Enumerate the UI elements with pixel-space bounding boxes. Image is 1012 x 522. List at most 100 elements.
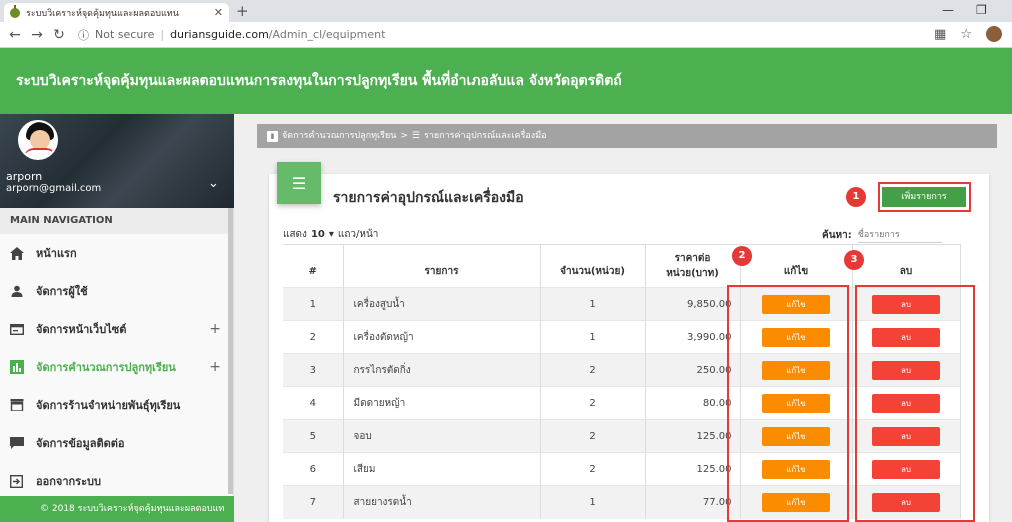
cell-item: เครื่องตัดหญ้า [343, 320, 541, 354]
reload-icon[interactable]: ↻ [48, 27, 70, 43]
close-icon[interactable]: ✕ [214, 6, 223, 19]
cell-qty: 2 [540, 353, 646, 387]
sidebar-item-logout[interactable]: ออกจากระบบ [0, 462, 233, 500]
address-bar-actions: ▦ ☆ [934, 26, 1002, 42]
forward-arrow-icon[interactable]: → [26, 27, 48, 43]
bar-chart-icon [10, 360, 24, 374]
cell-no: 3 [283, 353, 344, 387]
window-icon [10, 322, 24, 336]
annotation-marker-2: 2 [732, 246, 752, 266]
home-icon [10, 246, 24, 260]
col-header-edit: แก้ไข [740, 244, 853, 288]
search-input[interactable] [857, 227, 942, 243]
list-icon: ☰ [411, 131, 420, 141]
cell-qty: 1 [540, 320, 646, 354]
cell-price: 77.00 [645, 485, 741, 519]
url-path: /Admin_cl/equipment [268, 28, 386, 41]
chevron-down-icon[interactable]: ⌄ [208, 176, 219, 191]
col-header-price: ราคาต่อหน่วย(บาท) [645, 244, 741, 288]
expand-icon[interactable]: + [209, 359, 221, 375]
highlight-box [878, 182, 971, 212]
info-icon[interactable]: ⓘ [78, 27, 89, 43]
sidebar-item-users[interactable]: จัดการผู้ใช้ [0, 272, 233, 310]
url-separator: | [160, 28, 165, 41]
page-length-select[interactable]: 10 [311, 229, 325, 240]
app-title: ระบบวิเคราะห์จุดคุ้มทุนและผลตอบแทนการลงท… [16, 73, 622, 89]
sidebar-item-shops[interactable]: จัดการร้านจำหน่ายพันธุ์ทุเรียน [0, 386, 233, 424]
cell-no: 5 [283, 419, 344, 453]
cell-item: เครื่องสูบน้ำ [343, 287, 541, 321]
sidebar-item-website[interactable]: จัดการหน้าเว็บไซต์ + [0, 310, 233, 348]
tab-title: ระบบวิเคราะห์จุดคุ้มทุนและผลตอบแทน [26, 8, 179, 19]
nav-header: MAIN NAVIGATION [0, 208, 233, 234]
col-header-delete: ลบ [852, 244, 961, 288]
cell-price: 80.00 [645, 386, 741, 420]
list-icon: ☰ [277, 162, 321, 204]
cell-no: 6 [283, 452, 344, 486]
user-email: arporn@gmail.com [6, 183, 102, 194]
browser-tabbar: ระบบวิเคราะห์จุดคุ้มทุนและผลตอบแทน ✕ + —… [0, 0, 1012, 22]
user-icon [10, 284, 24, 298]
col-header-item: รายการ [343, 244, 541, 288]
browser-tab[interactable]: ระบบวิเคราะห์จุดคุ้มทุนและผลตอบแทน ✕ [4, 3, 229, 22]
expand-icon[interactable]: + [209, 321, 221, 337]
back-arrow-icon[interactable]: ← [4, 27, 26, 43]
sidebar: arporn arporn@gmail.com ⌄ MAIN NAVIGATIO… [0, 114, 234, 522]
not-secure-label: Not secure [95, 28, 155, 41]
sidebar-footer: © 2018 ระบบวิเคราะห์จุดคุ้มทุนและผลตอบแท [0, 496, 234, 522]
cell-qty: 1 [540, 287, 646, 321]
cell-price: 125.00 [645, 452, 741, 486]
cell-no: 2 [283, 320, 344, 354]
sidebar-item-label: จัดการร้านจำหน่ายพันธุ์ทุเรียน [36, 399, 181, 412]
breadcrumb: ▮ จัดการคำนวณการปลูกทุเรียน > ☰ รายการค่… [257, 124, 997, 148]
cell-qty: 2 [540, 419, 646, 453]
main-content: ▮ จัดการคำนวณการปลูกทุเรียน > ☰ รายการค่… [234, 114, 1012, 522]
url-field[interactable]: ⓘ Not secure | duriansguide.com/Admin_cl… [78, 27, 385, 43]
cell-no: 4 [283, 386, 344, 420]
sidebar-item-home[interactable]: หน้าแรก [0, 234, 233, 272]
sidebar-item-contact[interactable]: จัดการข้อมูลติดต่อ [0, 424, 233, 462]
col-header-price-line1: ราคาต่อ [674, 253, 711, 264]
sidebar-item-label: หน้าแรก [36, 247, 77, 260]
sidebar-item-calculation[interactable]: จัดการคำนวณการปลูกทุเรียน + [0, 348, 233, 386]
sidebar-item-label: จัดการผู้ใช้ [36, 285, 88, 298]
search-control: ค้นหา: [822, 227, 942, 243]
star-icon[interactable]: ☆ [960, 27, 972, 42]
cell-item: มีดดายหญ้า [343, 386, 541, 420]
cell-item: กรรไกรตัดกิ่ง [343, 353, 541, 387]
show-prefix: แสดง [283, 229, 307, 240]
chat-icon [10, 436, 24, 450]
caret-down-icon[interactable]: ▾ [329, 229, 334, 240]
store-icon [10, 398, 24, 412]
avatar [18, 120, 58, 160]
address-bar: ← → ↻ ⓘ Not secure | duriansguide.com/Ad… [0, 22, 1012, 48]
cell-no: 7 [283, 485, 344, 519]
profile-avatar[interactable] [986, 26, 1002, 42]
cell-item: สายยางรดน้ำ [343, 485, 541, 519]
annotation-marker-3: 3 [844, 250, 864, 270]
cell-no: 1 [283, 287, 344, 321]
sidebar-scrollbar[interactable] [228, 208, 233, 494]
breadcrumb-current: รายการค่าอุปกรณ์และเครื่องมือ [424, 131, 547, 141]
cell-item: เสียม [343, 452, 541, 486]
app-header: ระบบวิเคราะห์จุดคุ้มทุนและผลตอบแทนการลงท… [0, 48, 1012, 114]
col-header-no: # [283, 244, 344, 288]
breadcrumb-parent[interactable]: จัดการคำนวณการปลูกทุเรียน [282, 124, 396, 148]
url-host: duriansguide.com [170, 28, 269, 41]
restore-icon[interactable]: ❐ [976, 3, 987, 17]
cell-qty: 2 [540, 452, 646, 486]
col-header-price-line2: หน่วย(บาท) [666, 268, 719, 279]
cell-qty: 2 [540, 386, 646, 420]
url-text: duriansguide.com/Admin_cl/equipment [170, 28, 385, 41]
cell-item: จอบ [343, 419, 541, 453]
col-header-qty: จำนวน(หน่วย) [540, 244, 646, 288]
delete-column-highlight [855, 285, 975, 522]
user-name: arporn [6, 170, 43, 183]
annotation-marker-1: 1 [846, 187, 866, 207]
minimize-icon[interactable]: — [942, 3, 954, 17]
translate-icon[interactable]: ▦ [934, 27, 946, 42]
cell-price: 3,990.00 [645, 320, 741, 354]
search-label: ค้นหา: [822, 229, 852, 241]
new-tab-button[interactable]: + [236, 2, 249, 20]
breadcrumb-separator: > [400, 131, 408, 141]
